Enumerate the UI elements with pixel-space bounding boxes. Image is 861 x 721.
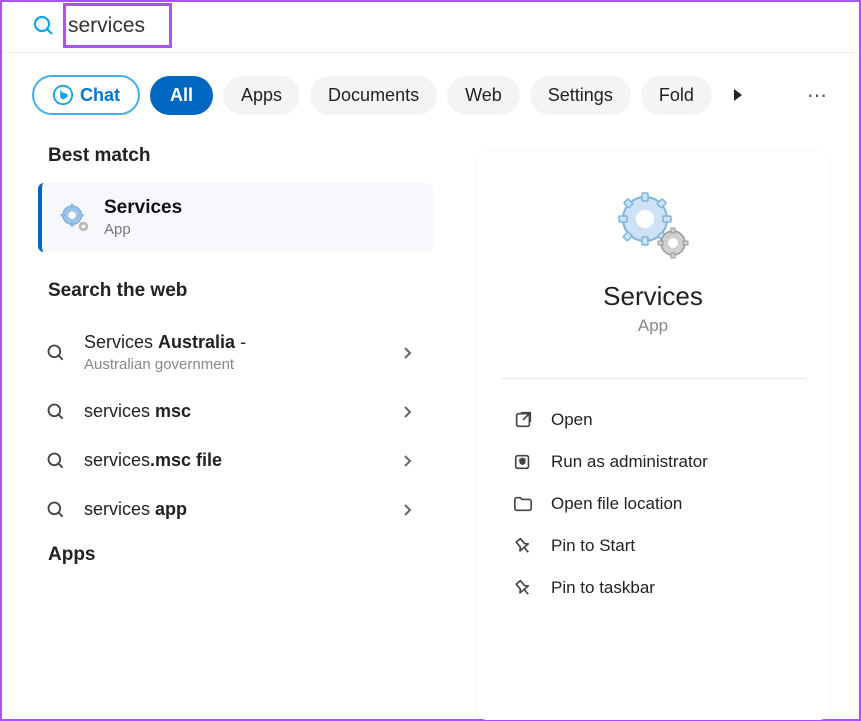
shield-icon <box>513 452 533 472</box>
detail-app-icon <box>507 191 799 261</box>
search-input[interactable] <box>66 10 266 42</box>
filter-apps[interactable]: Apps <box>223 76 300 115</box>
detail-column: Services App Open Run as administrator O… <box>447 133 859 720</box>
more-icon[interactable]: ⋯ <box>807 83 829 108</box>
detail-panel: Services App Open Run as administrator O… <box>477 151 829 720</box>
web-result-text: services app <box>84 499 383 520</box>
pin-icon <box>513 536 533 556</box>
chat-label: Chat <box>80 85 120 106</box>
search-web-header: Search the web <box>48 280 447 302</box>
action-open[interactable]: Open <box>507 399 799 441</box>
search-bar <box>2 2 859 53</box>
gear-icon <box>60 203 90 233</box>
content: Best match Services App Search the web <box>2 133 859 720</box>
web-result-text: services msc <box>84 401 383 422</box>
open-icon <box>513 410 533 430</box>
action-label: Open <box>551 410 593 430</box>
web-result-item[interactable]: Services Australia - Australian governme… <box>38 318 433 387</box>
chat-pill[interactable]: Chat <box>32 75 140 115</box>
search-icon <box>46 451 66 471</box>
action-label: Pin to Start <box>551 536 635 556</box>
web-result-item[interactable]: services app <box>38 485 433 534</box>
web-result-title: Services Australia - <box>84 332 383 353</box>
apps-header: Apps <box>48 544 447 566</box>
search-icon <box>46 500 66 520</box>
action-open-file-location[interactable]: Open file location <box>507 483 799 525</box>
filter-folders[interactable]: Fold <box>641 76 712 115</box>
pin-icon <box>513 578 533 598</box>
action-pin-to-start[interactable]: Pin to Start <box>507 525 799 567</box>
chevron-right-icon <box>401 503 415 517</box>
divider <box>501 378 805 379</box>
action-label: Pin to taskbar <box>551 578 655 598</box>
search-icon <box>46 402 66 422</box>
best-match-text: Services App <box>104 197 182 238</box>
bing-icon <box>52 84 74 106</box>
next-arrow-icon[interactable] <box>730 87 746 103</box>
action-pin-to-taskbar[interactable]: Pin to taskbar <box>507 567 799 609</box>
action-label: Open file location <box>551 494 682 514</box>
folder-icon <box>513 494 533 514</box>
detail-title: Services <box>507 281 799 312</box>
filter-documents[interactable]: Documents <box>310 76 437 115</box>
best-match-result[interactable]: Services App <box>38 183 433 252</box>
web-result-title: services msc <box>84 401 383 422</box>
web-result-text: services.msc file <box>84 450 383 471</box>
search-input-wrap <box>66 10 829 42</box>
search-icon <box>32 14 56 38</box>
action-run-as-administrator[interactable]: Run as administrator <box>507 441 799 483</box>
web-result-item[interactable]: services msc <box>38 387 433 436</box>
web-result-item[interactable]: services.msc file <box>38 436 433 485</box>
filter-row: Chat All Apps Documents Web Settings Fol… <box>2 53 859 133</box>
filter-settings[interactable]: Settings <box>530 76 631 115</box>
chevron-right-icon <box>401 405 415 419</box>
results-column: Best match Services App Search the web <box>2 133 447 720</box>
web-result-text: Services Australia - Australian governme… <box>84 332 383 373</box>
web-result-title: services.msc file <box>84 450 383 471</box>
detail-subtitle: App <box>507 316 799 336</box>
chevron-right-icon <box>401 346 415 360</box>
chevron-right-icon <box>401 454 415 468</box>
best-match-subtitle: App <box>104 221 182 238</box>
web-result-title: services app <box>84 499 383 520</box>
search-icon <box>46 343 66 363</box>
action-label: Run as administrator <box>551 452 708 472</box>
filter-all[interactable]: All <box>150 76 213 115</box>
web-result-subtitle: Australian government <box>84 356 383 373</box>
filter-web[interactable]: Web <box>447 76 520 115</box>
best-match-header: Best match <box>48 145 447 167</box>
best-match-title: Services <box>104 197 182 219</box>
